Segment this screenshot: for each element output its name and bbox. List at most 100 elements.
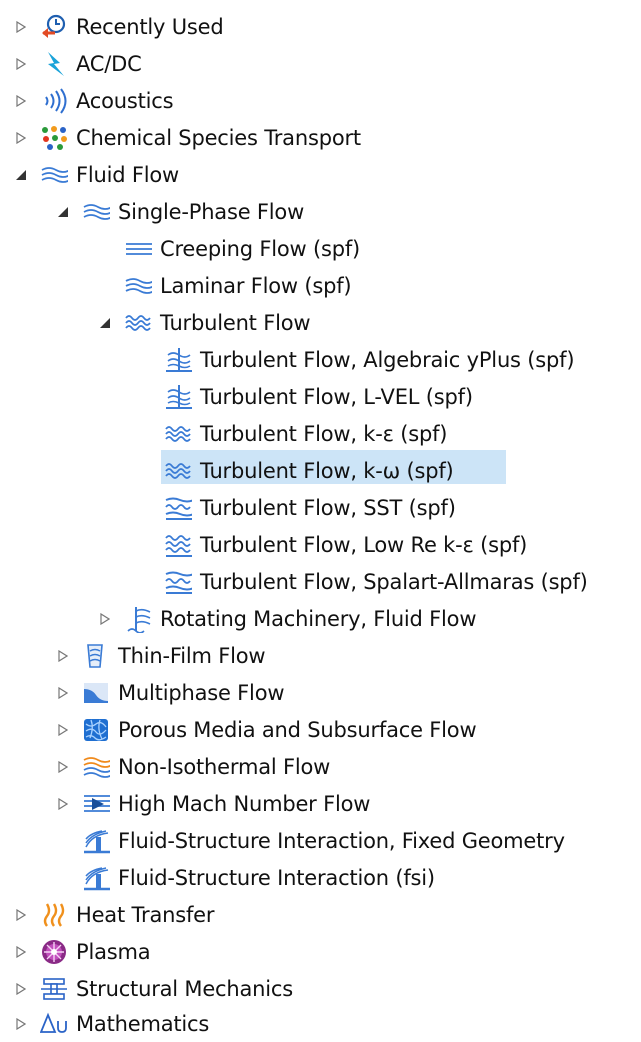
wall-function-icon — [164, 383, 192, 411]
tree-item-label: AC/DC — [76, 52, 142, 76]
expand-toggle[interactable] — [14, 1017, 28, 1031]
tree-item-label: Turbulent Flow, L-VEL (spf) — [200, 385, 473, 409]
tree-item-rotating-machinery[interactable]: Rotating Machinery, Fluid Flow — [98, 601, 477, 637]
low-re-flow-icon — [164, 531, 192, 559]
tree-item-label: Heat Transfer — [76, 903, 215, 927]
turbulent-flow-icon — [124, 309, 152, 337]
tree-item-label: Structural Mechanics — [76, 977, 294, 1001]
tree-item-label: Non-Isothermal Flow — [118, 755, 331, 779]
tree-item-turbulent-lvel[interactable]: Turbulent Flow, L-VEL (spf) — [138, 379, 473, 415]
expand-toggle[interactable] — [14, 94, 28, 108]
rotating-machinery-icon — [124, 605, 152, 633]
tree-item-label: Mathematics — [76, 1012, 210, 1036]
sst-flow-icon — [164, 494, 192, 522]
tree-item-single-phase-flow[interactable]: Single-Phase Flow — [56, 194, 304, 230]
tree-item-non-isothermal-flow[interactable]: Non-Isothermal Flow — [56, 749, 330, 785]
tree-item-multiphase-flow[interactable]: Multiphase Flow — [56, 675, 285, 711]
tree-item-acoustics[interactable]: Acoustics — [14, 83, 174, 119]
tree-item-turbulent-spalart-allmaras[interactable]: Turbulent Flow, Spalart-Allmaras (spf) — [138, 564, 588, 600]
non-isothermal-icon — [82, 753, 110, 781]
expand-toggle[interactable] — [14, 57, 28, 71]
tree-item-label: Turbulent Flow, Low Re k-ε (spf) — [200, 533, 528, 557]
tree-item-high-mach-number-flow[interactable]: High Mach Number Flow — [56, 786, 370, 822]
tree-item-label: Rotating Machinery, Fluid Flow — [160, 607, 477, 631]
sound-waves-icon — [40, 87, 68, 115]
tree-item-label: Chemical Species Transport — [76, 126, 361, 150]
wall-function-icon — [164, 346, 192, 374]
expand-toggle[interactable] — [14, 908, 28, 922]
tree-item-laminar-flow[interactable]: Laminar Flow (spf) — [98, 268, 352, 304]
tree-item-label: High Mach Number Flow — [118, 792, 371, 816]
tree-item-acdc[interactable]: AC/DC — [14, 46, 142, 82]
expand-toggle[interactable] — [56, 723, 70, 737]
lightning-icon — [40, 50, 68, 78]
tree-item-turbulent-k-epsilon[interactable]: Turbulent Flow, k-ε (spf) — [138, 416, 448, 452]
laminar-flow-icon — [124, 272, 152, 300]
physics-tree: Recently Used AC/DC Acoustics Chemical S… — [0, 0, 641, 1036]
fsi-icon — [82, 864, 110, 892]
tree-item-label: Thin-Film Flow — [118, 644, 266, 668]
tree-item-label: Turbulent Flow, Spalart-Allmaras (spf) — [200, 570, 588, 594]
tree-item-label: Turbulent Flow — [160, 311, 311, 335]
tree-item-label: Multiphase Flow — [118, 681, 285, 705]
heat-waves-icon — [40, 901, 68, 929]
collapse-toggle[interactable] — [14, 168, 28, 182]
collapse-toggle[interactable] — [56, 205, 70, 219]
tree-item-label: Fluid Flow — [76, 163, 180, 187]
tree-item-label: Turbulent Flow, k-ω (spf) — [200, 459, 454, 483]
flow-lines-icon — [82, 198, 110, 226]
tree-item-chemical-species-transport[interactable]: Chemical Species Transport — [14, 120, 361, 156]
tree-item-turbulent-low-re[interactable]: Turbulent Flow, Low Re k-ε (spf) — [138, 527, 527, 563]
tree-item-turbulent-k-omega[interactable]: Turbulent Flow, k-ω (spf) — [138, 453, 454, 489]
expand-toggle[interactable] — [56, 649, 70, 663]
expand-toggle[interactable] — [98, 612, 112, 626]
tree-item-fsi-fixed-geometry[interactable]: Fluid-Structure Interaction, Fixed Geome… — [56, 823, 565, 859]
tree-item-label: Acoustics — [76, 89, 174, 113]
tree-item-fsi[interactable]: Fluid-Structure Interaction (fsi) — [56, 860, 435, 896]
tree-item-label: Recently Used — [76, 15, 224, 39]
tree-item-label: Fluid-Structure Interaction, Fixed Geome… — [118, 829, 565, 853]
high-mach-icon — [82, 790, 110, 818]
creeping-flow-icon — [124, 235, 152, 263]
tree-item-label: Plasma — [76, 940, 151, 964]
tree-item-label: Porous Media and Subsurface Flow — [118, 718, 477, 742]
tree-item-thin-film-flow[interactable]: Thin-Film Flow — [56, 638, 266, 674]
tree-item-turbulent-algebraic-yplus[interactable]: Turbulent Flow, Algebraic yPlus (spf) — [138, 342, 575, 378]
delta-u-icon — [40, 1010, 68, 1038]
tree-item-turbulent-sst[interactable]: Turbulent Flow, SST (spf) — [138, 490, 456, 526]
tree-item-turbulent-flow[interactable]: Turbulent Flow — [98, 305, 311, 341]
tree-item-mathematics[interactable]: Mathematics — [14, 1006, 209, 1042]
multiphase-icon — [82, 679, 110, 707]
fsi-icon — [82, 827, 110, 855]
tree-item-label: Fluid-Structure Interaction (fsi) — [118, 866, 435, 890]
tree-item-label: Turbulent Flow, SST (spf) — [200, 496, 456, 520]
flow-lines-icon — [40, 161, 68, 189]
tree-item-recently-used[interactable]: Recently Used — [14, 9, 224, 45]
clock-icon — [40, 13, 68, 41]
i-beam-icon — [40, 975, 68, 1003]
expand-toggle[interactable] — [14, 945, 28, 959]
thin-film-icon — [82, 642, 110, 670]
tree-item-label: Turbulent Flow, k-ε (spf) — [200, 422, 448, 446]
tree-item-label: Creeping Flow (spf) — [160, 237, 361, 261]
tree-item-label: Laminar Flow (spf) — [160, 274, 352, 298]
expand-toggle[interactable] — [56, 686, 70, 700]
tree-item-plasma[interactable]: Plasma — [14, 934, 151, 970]
expand-toggle[interactable] — [56, 797, 70, 811]
expand-toggle[interactable] — [56, 760, 70, 774]
molecules-icon — [40, 124, 68, 152]
tree-item-porous-media[interactable]: Porous Media and Subsurface Flow — [56, 712, 477, 748]
turbulent-flow-icon — [164, 420, 192, 448]
tree-item-creeping-flow[interactable]: Creeping Flow (spf) — [98, 231, 360, 267]
collapse-toggle[interactable] — [98, 316, 112, 330]
expand-toggle[interactable] — [14, 131, 28, 145]
tree-item-label: Single-Phase Flow — [118, 200, 305, 224]
turbulent-flow-icon — [164, 457, 192, 485]
tree-item-structural-mechanics[interactable]: Structural Mechanics — [14, 971, 293, 1007]
expand-toggle[interactable] — [14, 982, 28, 996]
expand-toggle[interactable] — [14, 20, 28, 34]
sst-flow-icon — [164, 568, 192, 596]
tree-item-fluid-flow[interactable]: Fluid Flow — [14, 157, 179, 193]
tree-item-heat-transfer[interactable]: Heat Transfer — [14, 897, 215, 933]
porous-media-icon — [82, 716, 110, 744]
